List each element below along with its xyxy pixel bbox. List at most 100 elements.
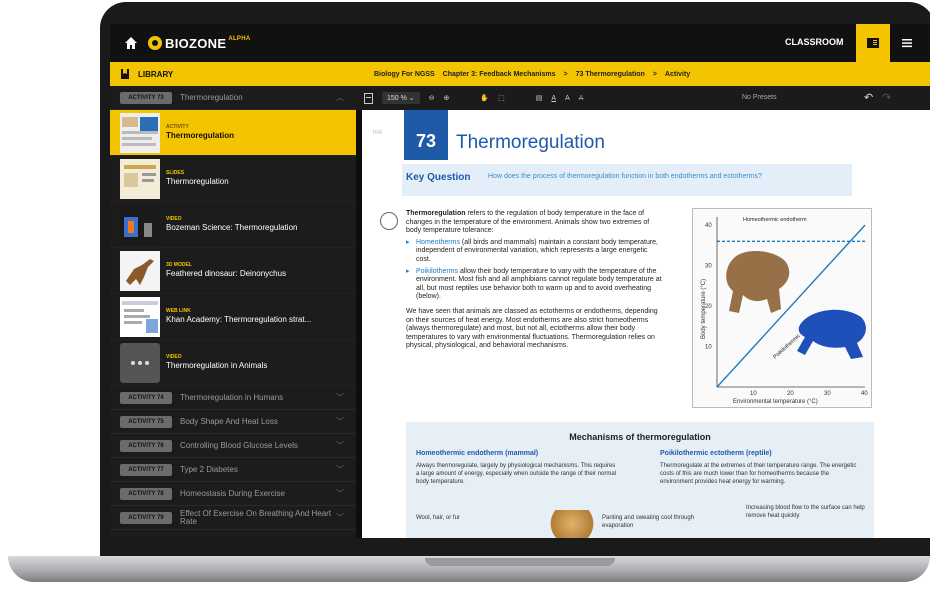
resource-title: Feathered dinosaur: Deinonychus [166,269,287,278]
poikilotherm-heading: Poikilothermic ectotherm (reptile) [660,450,772,457]
laptop-notch [425,558,615,566]
activity-title: Thermoregulation [180,92,243,102]
temperature-chart: 4030201040302010 Body temperature (°C) E… [701,217,868,405]
logo-mark-icon [148,36,162,50]
breadcrumb-item[interactable]: 73 Thermoregulation [576,71,645,78]
mechanisms-title: Mechanisms of thermoregulation [569,432,711,442]
poikilotherm-text: Thermoregulate at the extremes of their … [660,463,857,485]
resource-thumbnail [120,342,160,383]
x-tick-label: 20 [787,391,794,397]
activity-badge: ACTIVITY 74 [120,391,172,404]
zoom-out-icon[interactable]: ⊖ [429,94,435,102]
key-question-text: How does the process of thermoregulation… [488,173,762,180]
chevron-down-icon[interactable]: ﹀ [336,512,356,523]
series-label-homeotherm: Homeothermic endotherm [743,217,807,223]
y-tick-label: 10 [705,345,712,351]
redo-icon[interactable]: ↷ [882,91,891,104]
resource-title: Thermoregulation [166,177,229,186]
intro-text: Thermoregulation refers to the regulatio… [406,210,662,351]
screen: BIOZONE ALPHA CLASSROOM LIBRARY ACTIVITY… [110,24,930,538]
resource-item-activity[interactable]: ACTIVITY Thermoregulation [110,110,356,156]
document-icon[interactable] [364,92,373,104]
resource-type: ACTIVITY [166,124,189,130]
resource-thumbnail [120,296,160,337]
term-poikilotherms: Poikilotherms [416,267,459,275]
zoom-in-icon[interactable]: ⊕ [444,94,450,102]
brand-name: BIOZONE [165,35,227,51]
book-view-button[interactable] [856,24,890,62]
chevron-up-icon[interactable]: ︿ [336,92,356,103]
resource-item-web-link[interactable]: WEB LINK Khan Academy: Thermoregulation … [110,294,356,340]
breadcrumb-item[interactable]: Chapter 3: Feedback Mechanisms [443,71,556,78]
homeotherm-text: Always thermoregulate, largely by physio… [416,463,617,485]
activity-row[interactable]: ACTIVITY 77 Type 2 Diabetes ﹀ [110,458,356,482]
chevron-down-icon[interactable]: ﹀ [336,440,356,451]
hand-tool-icon[interactable]: ✋ [480,94,489,102]
page-side-tag: TRA [372,130,382,136]
resource-item-3d-model[interactable]: 3D MODEL Feathered dinosaur: Deinonychus [110,248,356,294]
activity-title: Controlling Blood Glucose Levels [180,440,298,450]
chevron-down-icon[interactable]: ﹀ [336,488,356,499]
resource-title: Thermoregulation in Animals [166,361,268,370]
library-label: LIBRARY [138,69,174,79]
resource-item-video-bozeman[interactable]: Thermoregulation VIDEO Bozeman Science: … [110,202,356,248]
activity-title: Type 2 Diabetes [180,464,238,474]
activity-number: 73 [404,110,448,160]
resource-thumbnail [120,112,160,153]
presets-dropdown[interactable]: No Presets [742,94,777,101]
term-homeotherms: Homeotherms [416,238,460,246]
hamburger-menu-icon[interactable] [900,36,914,50]
homeotherm-heading: Homeothermic endotherm (mammal) [416,450,539,457]
breadcrumb-item[interactable]: Activity [665,71,690,78]
activity-badge: ACTIVITY 77 [120,463,172,476]
resource-item-slides[interactable]: SLIDES Thermoregulation [110,156,356,202]
home-icon[interactable] [124,36,138,50]
key-question-label: Key Question [406,172,471,183]
library-header[interactable]: LIBRARY [110,62,356,86]
book-icon [867,38,879,48]
activity-row[interactable]: ACTIVITY 79 Effect Of Exercise On Breath… [110,506,356,530]
panting-label: Panting and sweating cool through evapor… [602,515,695,529]
document-toolbar: 150 % ⌄ ⊖ ⊕ ✋ ⬚ ▤ A A A No Presets ↶ ↷ [356,86,930,110]
activity-row[interactable]: ACTIVITY 76 Controlling Blood Glucose Le… [110,434,356,458]
undo-icon[interactable]: ↶ [864,91,873,104]
classroom-button[interactable]: CLASSROOM [785,37,844,47]
resource-thumbnail [120,158,160,199]
dog-illustration [550,510,594,538]
activity-row[interactable]: ACTIVITY 74 Thermoregulation in Humans ﹀ [110,386,356,410]
bookmark-icon [121,69,129,79]
underline-icon[interactable]: A [551,95,556,102]
chevron-down-icon[interactable]: ﹀ [336,392,356,403]
y-tick-label: 30 [705,264,712,270]
activity-title: Body Shape And Heat Loss [180,416,278,426]
text-box-icon[interactable]: ▤ [536,94,543,102]
font-icon[interactable]: A [565,95,570,102]
breadcrumb: Biology For NGSS Chapter 3: Feedback Mec… [356,62,930,86]
activity-title: Homeostasis During Exercise [180,488,285,498]
select-tool-icon[interactable]: ⬚ [498,94,505,102]
resource-type: WEB LINK [166,308,191,314]
breadcrumb-separator: > [652,70,657,78]
top-bar: BIOZONE ALPHA CLASSROOM [110,24,930,62]
zoom-select[interactable]: 150 % ⌄ [382,92,420,104]
biozone-logo[interactable]: BIOZONE ALPHA [148,36,251,51]
body-paragraph: We have seen that animals are classed as… [406,307,658,350]
activity-badge: ACTIVITY 78 [120,487,172,500]
mammal-illustration [726,250,790,313]
activity-row[interactable]: ACTIVITY 75 Body Shape And Heat Loss ﹀ [110,410,356,434]
bottom-bezel [100,538,930,556]
x-tick-label: 40 [861,391,868,397]
x-axis-label: Environmental temperature (°C) [733,399,818,405]
chevron-down-icon[interactable]: ﹀ [336,464,356,475]
activity-row-current[interactable]: ACTIVITY 73 Thermoregulation ︿ [110,86,356,110]
strikethrough-icon[interactable]: A [579,95,584,102]
breadcrumb-item[interactable]: Biology For NGSS [374,71,435,78]
x-tick-label: 10 [750,391,757,397]
breadcrumb-separator: > [563,70,568,78]
chevron-down-icon[interactable]: ﹀ [336,416,356,427]
resource-title: Bozeman Science: Thermoregulation [166,223,298,232]
resource-thumbnail [120,204,160,245]
activity-row[interactable]: ACTIVITY 78 Homeostasis During Exercise … [110,482,356,506]
resource-item-video-animals[interactable]: VIDEO Thermoregulation in Animals [110,340,356,386]
brand-tag: ALPHA [228,36,251,42]
